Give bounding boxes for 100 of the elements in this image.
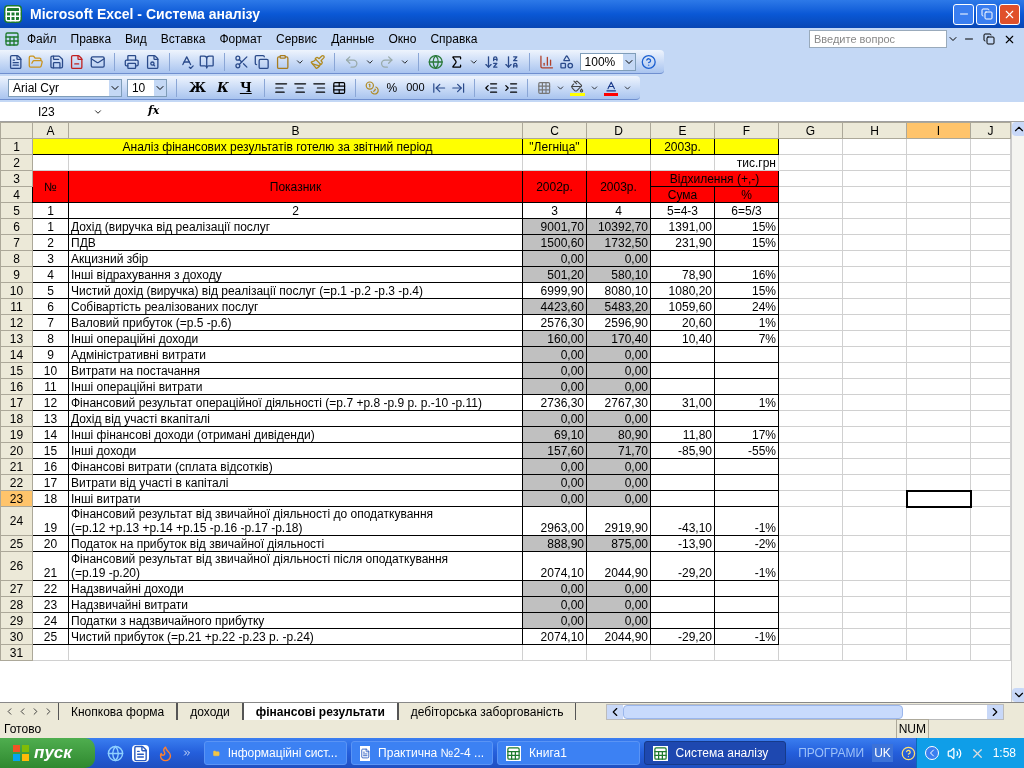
menu-item[interactable]: Формат bbox=[212, 30, 270, 48]
taskbar-button[interactable]: Система аналізу bbox=[643, 741, 787, 765]
column-header[interactable]: E bbox=[650, 122, 715, 139]
zoom-field[interactable]: 100% bbox=[579, 52, 636, 71]
start-button[interactable]: пуск bbox=[0, 738, 95, 768]
column-header[interactable]: C bbox=[522, 122, 587, 139]
table-cell: 4 bbox=[586, 202, 651, 219]
workbook-icon[interactable] bbox=[4, 31, 20, 47]
column-header[interactable]: A bbox=[32, 122, 69, 139]
vertical-scrollbar[interactable] bbox=[1011, 122, 1024, 702]
format-painter-icon[interactable] bbox=[309, 53, 326, 70]
chart-icon[interactable] bbox=[538, 53, 555, 70]
spelling-icon[interactable] bbox=[179, 53, 195, 70]
font-size-field[interactable]: 10 bbox=[126, 78, 168, 97]
menu-item[interactable]: Данные bbox=[324, 30, 382, 48]
scroll-up-icon[interactable] bbox=[1012, 122, 1024, 136]
flame-icon[interactable] bbox=[157, 744, 174, 762]
sheet-tab[interactable]: доходи bbox=[177, 702, 243, 721]
paste-icon[interactable] bbox=[274, 53, 291, 70]
language-indicator[interactable]: UK bbox=[872, 744, 893, 762]
mail-icon[interactable] bbox=[89, 53, 106, 70]
currency-icon[interactable] bbox=[365, 79, 380, 96]
cut-icon[interactable] bbox=[233, 53, 250, 70]
menu-item[interactable]: Окно bbox=[381, 30, 424, 48]
print-preview-icon[interactable] bbox=[144, 53, 161, 70]
close-button[interactable] bbox=[999, 3, 1020, 25]
menu-item[interactable]: Сервис bbox=[269, 30, 325, 48]
scroll-left-icon[interactable] bbox=[607, 704, 624, 719]
taskbar-button[interactable]: Книга1 bbox=[497, 741, 640, 765]
column-header[interactable]: I bbox=[906, 122, 971, 139]
borders-icon[interactable] bbox=[536, 79, 552, 96]
table-cell: 2919,90 bbox=[586, 506, 651, 536]
column-header[interactable]: D bbox=[586, 122, 651, 139]
italic-button[interactable]: К bbox=[214, 77, 232, 98]
underline-button[interactable]: Ч bbox=[236, 77, 255, 98]
dropdown-caret-icon[interactable] bbox=[622, 53, 635, 70]
menu-item[interactable]: Правка bbox=[63, 30, 119, 48]
column-header[interactable]: G bbox=[778, 122, 843, 139]
column-header[interactable]: J bbox=[970, 122, 1011, 139]
expand-tray-icon[interactable] bbox=[924, 746, 939, 760]
fill-color-icon[interactable] bbox=[570, 79, 585, 96]
column-header[interactable]: F bbox=[714, 122, 779, 139]
drawing-icon[interactable] bbox=[559, 53, 575, 70]
column-header[interactable]: H bbox=[842, 122, 907, 139]
restore-icon[interactable] bbox=[983, 33, 995, 45]
research-icon[interactable] bbox=[199, 53, 215, 70]
table-cell: -29,20 bbox=[650, 551, 715, 581]
name-box[interactable]: I23 bbox=[0, 102, 118, 121]
menu-item[interactable]: Файл bbox=[20, 30, 64, 48]
dropdown-caret-icon[interactable] bbox=[108, 79, 121, 96]
table-cell: 2 bbox=[68, 202, 523, 219]
scroll-down-icon[interactable] bbox=[1012, 688, 1024, 702]
menu-item[interactable]: Вид bbox=[118, 30, 154, 48]
row-header[interactable]: 24 bbox=[0, 506, 33, 536]
excel-logo-icon bbox=[4, 5, 22, 23]
table-cell: 2963,00 bbox=[522, 506, 587, 536]
taskbar-button[interactable]: Інформаційні сист... bbox=[204, 741, 347, 765]
table-cell: -1% bbox=[714, 506, 779, 536]
horizontal-scrollbar[interactable] bbox=[606, 703, 1004, 720]
new-document-icon[interactable] bbox=[8, 53, 24, 70]
menu-item[interactable]: Вставка bbox=[153, 30, 213, 48]
sort-descending-icon[interactable] bbox=[504, 53, 520, 70]
save-icon[interactable] bbox=[48, 53, 65, 70]
sort-ascending-icon[interactable] bbox=[483, 53, 500, 70]
row-header[interactable]: 26 bbox=[0, 551, 33, 581]
selected-cell[interactable] bbox=[906, 490, 971, 507]
print-icon[interactable] bbox=[124, 53, 140, 70]
browser-icon[interactable] bbox=[107, 744, 124, 762]
merge-cells-icon[interactable] bbox=[331, 79, 347, 96]
permission-icon[interactable] bbox=[69, 53, 85, 70]
bold-button[interactable]: Ж bbox=[186, 77, 210, 98]
document-icon[interactable] bbox=[132, 744, 149, 762]
copy-icon[interactable] bbox=[254, 53, 270, 70]
function-label[interactable]: fx bbox=[148, 103, 160, 120]
speaker-icon[interactable] bbox=[946, 745, 962, 761]
restore-icon bbox=[980, 8, 993, 20]
restore-button[interactable] bbox=[976, 3, 997, 25]
percent-button[interactable]: % bbox=[384, 78, 400, 97]
table-cell: Фінансовий результат від звичайної діяльності після оподаткування (=р.19 -р.20) bbox=[68, 551, 523, 581]
table-cell: 1 bbox=[32, 202, 69, 219]
spreadsheet-icon bbox=[652, 745, 668, 761]
taskbar-button[interactable]: Практична №2-4 ... bbox=[350, 741, 494, 765]
help-search-field[interactable]: Введите вопрос bbox=[809, 30, 947, 48]
sheet-tab[interactable]: Кнопкова форма bbox=[58, 702, 178, 721]
font-color-icon[interactable] bbox=[603, 79, 619, 96]
sheet-tab[interactable]: дебіторська заборгованість bbox=[397, 702, 577, 721]
clock: 1:58 bbox=[992, 745, 1017, 762]
table-cell: Фінансовий результат від звичайної діяльності до оподаткування (=р.12 +р.13 +р.14 +р.15 -р.16 -р.17 -р.18) bbox=[68, 506, 523, 536]
sheet-tab[interactable]: фінансові результати bbox=[242, 702, 398, 721]
font-field[interactable]: Arial Cyr bbox=[8, 78, 122, 97]
window-title: Microsoft Excel - Система аналізу bbox=[30, 4, 260, 24]
help-icon[interactable] bbox=[640, 53, 657, 70]
dropdown-caret-icon[interactable] bbox=[154, 79, 167, 96]
menu-item[interactable]: Справка bbox=[423, 30, 485, 48]
column-header[interactable]: B bbox=[68, 122, 523, 139]
scroll-right-icon[interactable] bbox=[987, 704, 1003, 719]
more-icon[interactable] bbox=[182, 748, 192, 758]
minimize-button[interactable] bbox=[953, 3, 974, 25]
hyperlink-icon[interactable] bbox=[428, 53, 444, 70]
thousands-button[interactable]: 000 bbox=[404, 79, 427, 96]
